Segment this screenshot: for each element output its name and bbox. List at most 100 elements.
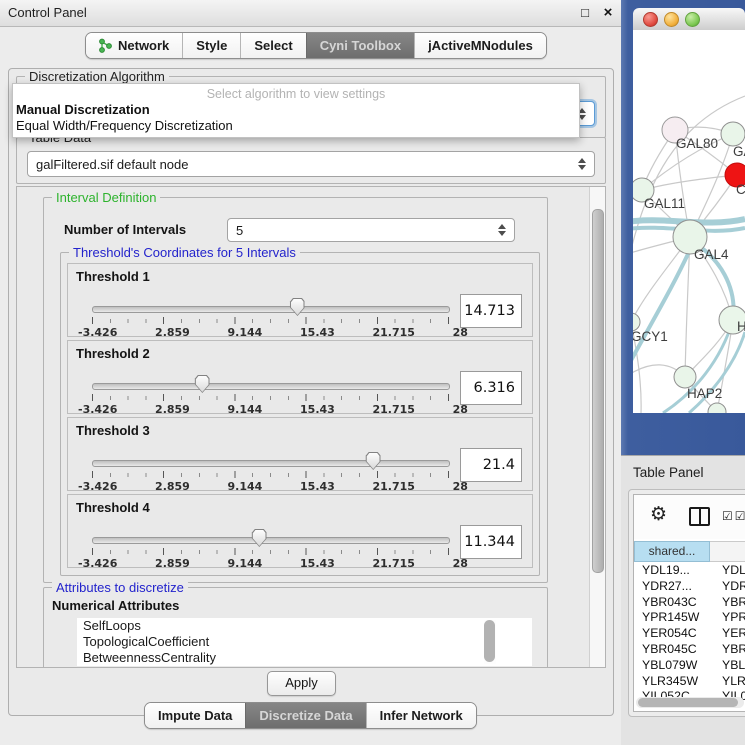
tick-marks-major <box>92 317 450 324</box>
dropdown-option-equal-width-frequency-discretization[interactable]: Equal Width/Frequency Discretization <box>13 118 579 134</box>
threshold-slider[interactable]: -3.4262.8599.14415.4321.71528 <box>92 300 448 334</box>
cell-shared-name: YBR045C <box>634 642 708 658</box>
network-node[interactable] <box>674 366 696 388</box>
cell-name: YBR0 <box>708 595 745 611</box>
column-header-shared-name[interactable]: shared... <box>634 541 710 562</box>
network-node[interactable] <box>708 403 726 413</box>
thresholds-group: Threshold's Coordinates for 5 Intervals … <box>60 252 540 576</box>
tick-labels: -3.4262.8599.14415.4321.71528 <box>78 480 468 493</box>
scrollbar-thumb[interactable] <box>638 698 738 707</box>
table-panel-title: Table Panel <box>633 465 704 480</box>
tab-cyni-toolbox[interactable]: Cyni Toolbox <box>306 33 414 58</box>
table-header: shared... na <box>634 541 745 562</box>
table-row[interactable]: YER054CYER0 <box>634 626 745 642</box>
tick-marks-major <box>92 548 450 555</box>
scrollbar-thumb[interactable] <box>484 620 495 662</box>
slider-thumb[interactable] <box>366 452 381 470</box>
tab-discretize-data[interactable]: Discretize Data <box>245 703 365 728</box>
close-icon[interactable]: × <box>600 4 616 22</box>
dropdown-option-manual-discretization[interactable]: Manual Discretization <box>13 102 579 118</box>
table-toolbar: ⚙ ☑☑ <box>634 495 745 539</box>
slider-track[interactable] <box>92 383 450 390</box>
gear-icon[interactable]: ⚙ <box>650 503 667 525</box>
threshold-slider[interactable]: -3.4262.8599.14415.4321.71528 <box>92 454 448 488</box>
network-canvas[interactable]: GAL80GACGAL11GAL4GCY1HHAP2 <box>633 30 745 413</box>
cell-shared-name: YER054C <box>634 626 708 642</box>
threshold-slider[interactable]: -3.4262.8599.14415.4321.71528 <box>92 377 448 411</box>
horizontal-scrollbar[interactable] <box>636 697 744 708</box>
attributes-group-title: Attributes to discretize <box>52 580 188 595</box>
slider-thumb[interactable] <box>252 529 267 547</box>
list-scrollbar[interactable] <box>484 620 496 664</box>
tick-label: 9.144 <box>228 557 263 570</box>
minimize-button[interactable] <box>664 12 679 27</box>
list-item-topologicalcoefficient[interactable]: TopologicalCoefficient <box>77 634 532 650</box>
table-row[interactable]: YDL19...YDL1 <box>634 563 745 579</box>
network-icon <box>99 38 112 53</box>
tab-network[interactable]: Network <box>86 33 182 58</box>
network-graph: GAL80GACGAL11GAL4GCY1HHAP2 <box>633 30 745 413</box>
tab-style[interactable]: Style <box>182 33 240 58</box>
threshold-value-field[interactable]: 21.4 <box>460 448 522 482</box>
threshold-value-field[interactable]: 6.316 <box>460 371 522 405</box>
close-button[interactable] <box>643 12 658 27</box>
tick-marks-major <box>92 394 450 401</box>
tab-jactivemnodules[interactable]: jActiveMNodules <box>414 33 546 58</box>
tab-infer-network[interactable]: Infer Network <box>366 703 476 728</box>
node-label-h: H <box>737 319 745 334</box>
tick-labels: -3.4262.8599.14415.4321.71528 <box>78 403 468 416</box>
slider-thumb[interactable] <box>195 375 210 393</box>
attributes-list[interactable]: SelfLoopsTopologicalCoefficientBetweenne… <box>77 618 532 666</box>
node-label-hap2: HAP2 <box>687 386 722 401</box>
tick-label: -3.426 <box>78 557 117 570</box>
dropdown-hint: Select algorithm to view settings <box>13 86 579 102</box>
tick-label: 9.144 <box>228 326 263 339</box>
tick-label: 21.715 <box>373 557 415 570</box>
tab-label: Impute Data <box>158 708 232 723</box>
tab-select[interactable]: Select <box>240 33 305 58</box>
table-row[interactable]: YDR27...YDR2 <box>634 579 745 595</box>
cell-shared-name: YLR345W <box>634 674 708 690</box>
tab-impute-data[interactable]: Impute Data <box>145 703 245 728</box>
zoom-button[interactable] <box>685 12 700 27</box>
table-row[interactable]: YBR045CYBR0 <box>634 642 745 658</box>
scrollbar-thumb[interactable] <box>592 209 604 573</box>
tick-label: 2.859 <box>155 557 190 570</box>
table-row[interactable]: YLR345WYLR3 <box>634 674 745 690</box>
slider-track[interactable] <box>92 537 450 544</box>
algorithm-group-title: Discretization Algorithm <box>25 69 169 84</box>
tick-label: 21.715 <box>373 326 415 339</box>
threshold-slider[interactable]: -3.4262.8599.14415.4321.71528 <box>92 531 448 565</box>
tick-label: 15.43 <box>300 557 335 570</box>
tick-labels: -3.4262.8599.14415.4321.71528 <box>78 557 468 570</box>
table-row[interactable]: YPR145WYPR1 <box>634 610 745 626</box>
list-item-selfloops[interactable]: SelfLoops <box>77 618 532 634</box>
threshold-value-field[interactable]: 11.344 <box>460 525 522 559</box>
spinner-icon <box>497 224 506 236</box>
network-window-titlebar[interactable] <box>633 8 745 31</box>
tick-label: 15.43 <box>300 326 335 339</box>
tick-label: 21.715 <box>373 403 415 416</box>
slider-track[interactable] <box>92 306 450 313</box>
slider-track[interactable] <box>92 460 450 467</box>
thresholds-group-title: Threshold's Coordinates for 5 Intervals <box>69 245 300 260</box>
float-window-icon[interactable]: □ <box>578 6 592 20</box>
cell-shared-name: YPR145W <box>634 610 708 626</box>
list-item-betweennesscentrality[interactable]: BetweennessCentrality <box>77 650 532 666</box>
tick-label: 9.144 <box>228 480 263 493</box>
slider-thumb[interactable] <box>290 298 305 316</box>
table-row[interactable]: YBL079WYBL0 <box>634 658 745 674</box>
cell-name: YBR0 <box>708 642 745 658</box>
table-panel-container: ⚙ ☑☑ shared... na YDL19...YDL1YDR27...YD… <box>628 489 745 717</box>
threshold-value-field[interactable]: 14.713 <box>460 294 522 328</box>
column-header-name[interactable]: na <box>710 541 745 562</box>
tick-labels: -3.4262.8599.14415.4321.71528 <box>78 326 468 339</box>
apply-button[interactable]: Apply <box>267 671 336 696</box>
columns-icon[interactable] <box>689 507 710 526</box>
table-data-combobox[interactable]: galFiltered.sif default node <box>27 151 595 177</box>
num-intervals-combobox[interactable]: 5 <box>227 218 515 242</box>
checkbox-icons[interactable]: ☑☑ <box>722 509 745 523</box>
network-node[interactable] <box>721 122 745 146</box>
vertical-scrollbar[interactable] <box>589 187 605 667</box>
table-row[interactable]: YBR043CYBR0 <box>634 595 745 611</box>
